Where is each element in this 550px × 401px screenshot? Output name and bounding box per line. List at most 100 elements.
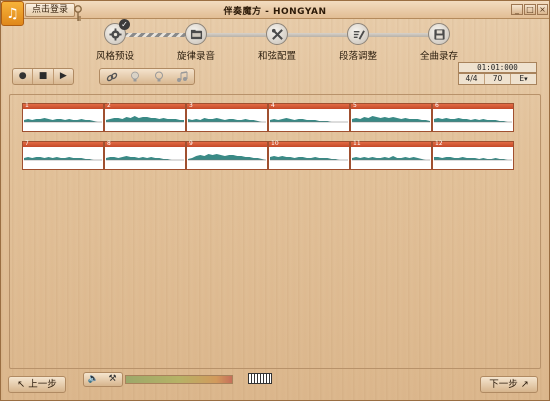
step-label: 风格预设 bbox=[95, 51, 134, 62]
clip-header: 8 bbox=[105, 140, 185, 147]
waveform bbox=[24, 118, 102, 123]
speaker-icon[interactable]: 🔈 bbox=[84, 373, 103, 386]
level-meter bbox=[125, 375, 233, 384]
track-row-1: 1 2 3 4 5 6 bbox=[22, 103, 523, 132]
track-clip[interactable]: 8 bbox=[104, 141, 186, 170]
clip-header: 4 bbox=[269, 103, 349, 109]
waveform bbox=[188, 154, 266, 161]
bulb-outline-icon[interactable] bbox=[147, 69, 171, 84]
step-circle bbox=[347, 23, 369, 45]
clip-header: 6 bbox=[433, 102, 513, 109]
track-clip[interactable]: 2 bbox=[104, 103, 186, 132]
step-label: 段落调整 bbox=[338, 51, 377, 62]
step-melody-record[interactable]: 旋律录音 bbox=[166, 21, 226, 63]
link-icon[interactable] bbox=[100, 69, 124, 84]
track-clip[interactable]: 3 bbox=[186, 103, 268, 132]
arrow-left-icon: ↖ bbox=[17, 379, 26, 390]
tempo-value[interactable]: 70 bbox=[485, 74, 511, 84]
step-wizard: ✓ 风格预设 旋律录音 和弦配置 段落调整 全曲录存 bbox=[91, 19, 471, 63]
key-icon bbox=[74, 5, 82, 21]
track-clip[interactable]: 11 bbox=[350, 141, 432, 170]
login-button[interactable]: 点击登录 bbox=[25, 3, 75, 17]
chevron-down-icon: ▾ bbox=[524, 75, 528, 83]
waveform bbox=[270, 156, 348, 161]
next-step-button[interactable]: 下一步 ↗ bbox=[480, 376, 538, 393]
arrow-right-icon: ↗ bbox=[520, 379, 529, 390]
record-button[interactable]: ● bbox=[13, 69, 34, 84]
step-chord-config[interactable]: 和弦配置 bbox=[247, 21, 307, 63]
track-panel: 123456 7 8 9 10 11 12 bbox=[9, 94, 541, 369]
tool-buttons bbox=[99, 68, 195, 85]
clip-number: 2 bbox=[107, 102, 111, 109]
step-circle bbox=[266, 23, 288, 45]
clip-number: 5 bbox=[353, 102, 357, 109]
tools-icon bbox=[271, 28, 283, 40]
step-style-preset[interactable]: ✓ 风格预设 bbox=[85, 19, 145, 63]
waveform bbox=[434, 157, 512, 161]
clip-number: 6 bbox=[435, 102, 439, 109]
bulb-icon[interactable] bbox=[124, 69, 148, 84]
waveform bbox=[106, 116, 184, 123]
meter-display: 4/4 70 E▾ bbox=[458, 73, 537, 85]
step-circle bbox=[428, 23, 450, 45]
track-clip[interactable]: 7 bbox=[22, 141, 104, 170]
close-button[interactable]: × bbox=[537, 4, 548, 15]
play-button[interactable]: ▶ bbox=[54, 69, 73, 84]
time-signature[interactable]: 4/4 bbox=[459, 74, 485, 84]
track-clip[interactable]: 1 bbox=[22, 103, 104, 132]
clip-header: 9 bbox=[187, 141, 267, 147]
waveform bbox=[352, 156, 430, 161]
clip-number: 8 bbox=[107, 140, 111, 147]
track-clip[interactable]: 12 bbox=[432, 141, 514, 170]
save-icon bbox=[434, 29, 445, 40]
waveform bbox=[106, 156, 184, 161]
piano-keyboard-icon[interactable] bbox=[248, 373, 272, 384]
app-window: 伴奏魔方 - HONGYAN _ □ × ♫ 点击登录 ✓ 风格预设 旋律录音 … bbox=[0, 0, 550, 401]
maximize-button[interactable]: □ bbox=[524, 4, 536, 15]
edit-icon bbox=[353, 30, 365, 40]
key-select[interactable]: E▾ bbox=[511, 74, 536, 84]
track-row-2: 7 8 9 10 11 12 bbox=[22, 141, 523, 170]
clip-header: 12 bbox=[433, 140, 513, 147]
track-clip[interactable]: 6 bbox=[432, 103, 514, 132]
app-music-icon: ♫ bbox=[1, 1, 24, 26]
step-circle bbox=[185, 23, 207, 45]
clip-header: 3 bbox=[187, 102, 267, 109]
step-label: 全曲录存 bbox=[419, 51, 458, 62]
brush-icon[interactable]: ⚒ bbox=[103, 373, 122, 386]
transport-controls: ● ■ ▶ bbox=[12, 68, 74, 85]
waveform bbox=[270, 118, 348, 123]
clip-number: 10 bbox=[271, 140, 279, 147]
clip-number: 7 bbox=[25, 140, 29, 147]
folder-icon bbox=[190, 29, 203, 40]
step-label: 和弦配置 bbox=[257, 51, 296, 62]
check-icon: ✓ bbox=[119, 19, 130, 30]
track-clip[interactable]: 4 bbox=[268, 103, 350, 132]
time-display: 01:01:000 bbox=[458, 62, 537, 73]
clip-number: 12 bbox=[435, 140, 443, 147]
previous-step-button[interactable]: ↖ 上一步 bbox=[8, 376, 66, 393]
clip-header: 2 bbox=[105, 102, 185, 109]
clip-header: 1 bbox=[23, 103, 103, 109]
clip-number: 3 bbox=[189, 102, 193, 109]
previous-label: 上一步 bbox=[28, 379, 57, 390]
minimize-button[interactable]: _ bbox=[511, 4, 523, 15]
clip-header: 10 bbox=[269, 140, 349, 147]
volume-controls: 🔈 ⚒ bbox=[83, 372, 123, 387]
waveform bbox=[352, 116, 430, 123]
clip-header: 5 bbox=[351, 102, 431, 109]
track-clip[interactable]: 9 bbox=[186, 141, 268, 170]
clip-number: 11 bbox=[353, 140, 361, 147]
waveform bbox=[24, 157, 102, 161]
stop-button[interactable]: ■ bbox=[33, 69, 54, 84]
waveform bbox=[434, 118, 512, 123]
step-full-save[interactable]: 全曲录存 bbox=[409, 21, 469, 63]
step-label: 旋律录音 bbox=[176, 51, 215, 62]
next-label: 下一步 bbox=[489, 379, 518, 390]
track-clip[interactable]: 5 bbox=[350, 103, 432, 132]
track-clip[interactable]: 10 bbox=[268, 141, 350, 170]
waveform bbox=[188, 118, 266, 123]
notes-icon[interactable] bbox=[171, 69, 195, 84]
clip-header: 11 bbox=[351, 140, 431, 147]
step-section-adjust[interactable]: 段落调整 bbox=[328, 21, 388, 63]
